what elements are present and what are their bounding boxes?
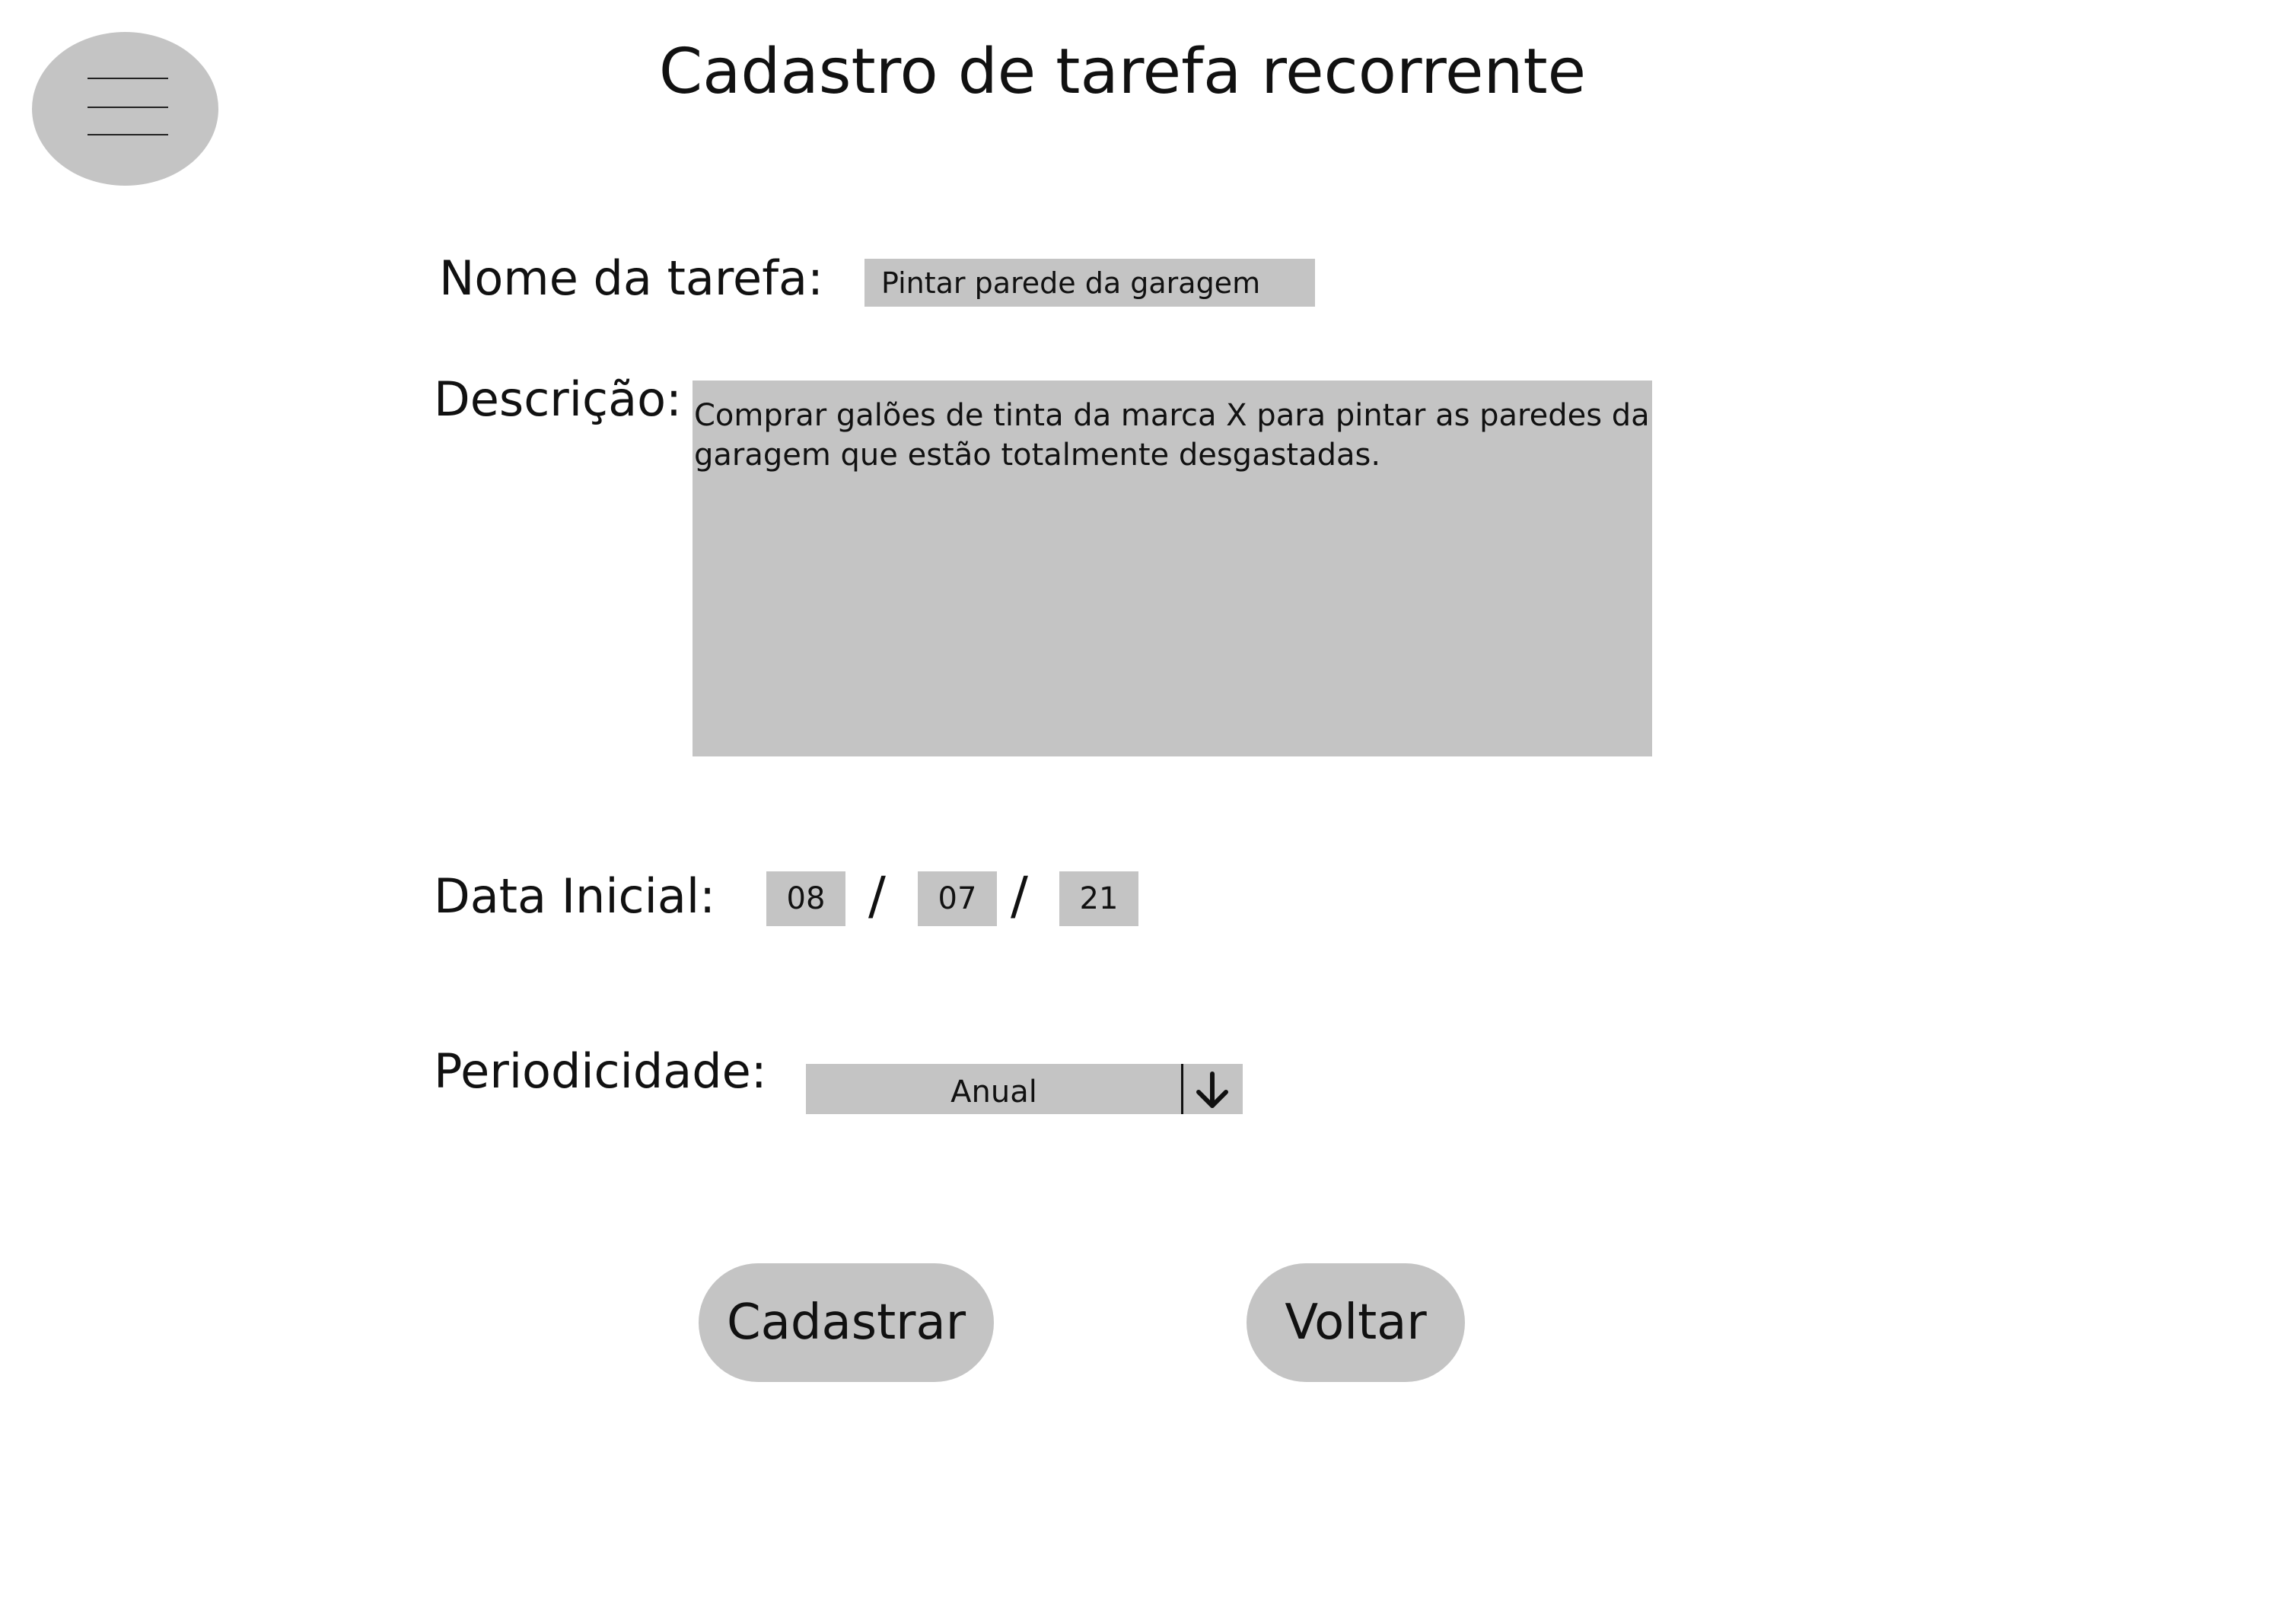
- periodicity-label: Periodicidade:: [434, 1043, 767, 1099]
- periodicity-select[interactable]: Anual: [806, 1064, 1243, 1114]
- arrow-down-icon[interactable]: [1185, 1066, 1240, 1112]
- description-label: Descrição:: [434, 371, 682, 427]
- periodicity-selected-value: Anual: [950, 1075, 1037, 1110]
- start-date-year-input[interactable]: [1059, 871, 1138, 926]
- back-button[interactable]: Voltar: [1247, 1263, 1465, 1382]
- page-title: Cadastro de tarefa recorrente: [658, 36, 1587, 108]
- register-button[interactable]: Cadastrar: [699, 1263, 994, 1382]
- select-divider: [1181, 1064, 1183, 1114]
- date-separator: /: [1011, 866, 1028, 926]
- start-date-label: Data Inicial:: [434, 868, 715, 924]
- task-name-input[interactable]: [864, 259, 1315, 307]
- start-date-day-input[interactable]: [766, 871, 845, 926]
- start-date-month-input[interactable]: [918, 871, 997, 926]
- date-separator: /: [868, 866, 886, 926]
- task-name-label: Nome da tarefa:: [439, 250, 823, 306]
- description-textarea[interactable]: Comprar galões de tinta da marca X para …: [693, 381, 1652, 756]
